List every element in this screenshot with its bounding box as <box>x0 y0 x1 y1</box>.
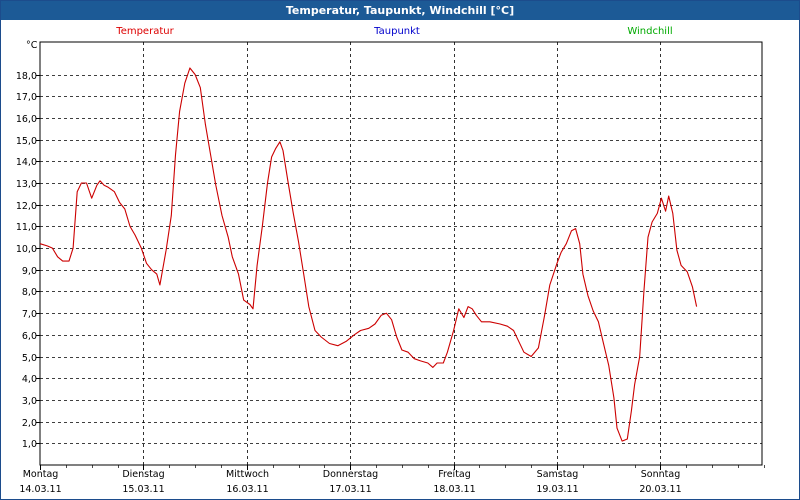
y-tick-label: 16,0 <box>16 114 37 125</box>
y-tick-label: 17,0 <box>16 92 37 103</box>
legend-item: Taupunkt <box>373 26 420 37</box>
x-tick-label-weekday: Samstag <box>537 469 579 480</box>
x-tick-label-weekday: Montag <box>23 469 59 480</box>
y-tick-label: 2,0 <box>22 418 37 429</box>
y-axis-label: °C <box>26 40 38 51</box>
y-tick-label: 7,0 <box>22 309 37 320</box>
x-tick-label-date: 18.03.11 <box>433 484 475 495</box>
y-tick-label: 11,0 <box>16 222 37 233</box>
y-tick-label: 10,0 <box>16 244 37 255</box>
y-tick-label: 1,0 <box>22 439 37 450</box>
x-tick-label-date: 15.03.11 <box>122 484 164 495</box>
legend-item: Windchill <box>627 26 672 37</box>
series-lines <box>39 67 698 442</box>
y-axis: 1,0 2,0 3,0 4,0 5,0 6,0 7,0 8,0 9,0 10,0 11,0 12,0 1… <box>16 40 40 450</box>
y-tick-label: 15,0 <box>16 136 37 147</box>
plot-area <box>39 41 763 466</box>
temperature-chart: 1,0 2,0 3,0 4,0 5,0 6,0 7,0 8,0 9,0 10,0 11,0 12,0 1… <box>16 26 765 495</box>
x-tick-label-weekday: Freitag <box>438 469 471 480</box>
series-line-temperatur <box>39 67 698 442</box>
x-tick-label-date: 14.03.11 <box>19 484 61 495</box>
x-tick-label-weekday: Mittwoch <box>226 469 269 480</box>
y-tick-label: 3,0 <box>22 396 37 407</box>
y-tick-label: 12,0 <box>16 201 37 212</box>
x-axis: Montag 14.03.11 Dienstag 15.03.11 Mittwoch 16… <box>19 465 765 495</box>
grid-lines <box>40 42 762 465</box>
x-tick-label-date: 19.03.11 <box>536 484 578 495</box>
y-tick-label: 4,0 <box>22 374 37 385</box>
legend: Temperatur Taupunkt Windchill <box>115 26 672 37</box>
legend-item: Temperatur <box>115 26 174 37</box>
y-tick-label: 9,0 <box>22 266 37 277</box>
plot-border <box>39 41 763 466</box>
y-tick-label: 18,0 <box>16 71 37 82</box>
x-tick-label-weekday: Sonntag <box>641 469 680 480</box>
y-tick-label: 6,0 <box>22 331 37 342</box>
x-tick-label-date: 16.03.11 <box>226 484 268 495</box>
x-tick-label-date: 20.03.11 <box>639 484 681 495</box>
y-tick-label: 13,0 <box>16 179 37 190</box>
x-tick-label-date: 17.03.11 <box>329 484 371 495</box>
x-tick-label-weekday: Dienstag <box>122 469 164 480</box>
y-tick-label: 14,0 <box>16 157 37 168</box>
y-tick-label: 8,0 <box>22 287 37 298</box>
x-tick-label-weekday: Donnerstag <box>323 469 378 480</box>
y-tick-label: 5,0 <box>22 353 37 364</box>
